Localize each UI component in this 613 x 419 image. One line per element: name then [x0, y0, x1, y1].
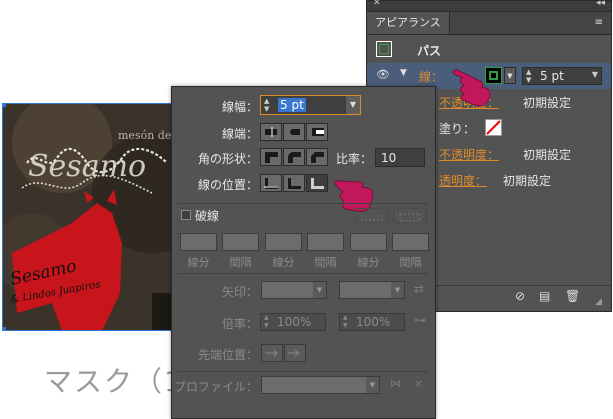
- limit-label: 比率：: [335, 152, 372, 166]
- dash-label-3: 線分: [357, 256, 380, 269]
- sign-text-sesamo-chalk: Sesamo: [28, 149, 147, 184]
- chevron-down-icon[interactable]: ▼: [366, 377, 379, 393]
- chevron-down-icon[interactable]: ▼: [313, 282, 326, 298]
- panel-drag-bar[interactable]: ✕ ◂◂: [367, 0, 611, 12]
- corner-label: 角の形状：: [197, 152, 258, 166]
- end-arrow-select[interactable]: ▼: [339, 281, 405, 299]
- gap-label-1: 間隔: [229, 256, 252, 269]
- start-scale-value: 100%: [277, 315, 312, 329]
- bevel-join-button[interactable]: [306, 148, 328, 166]
- align-inside-button[interactable]: [283, 174, 305, 192]
- dash-field-3[interactable]: [350, 233, 387, 251]
- arrow-label: 矢印：: [221, 285, 258, 299]
- stepper-up-icon[interactable]: ▲: [343, 314, 348, 322]
- tip-position-label: 先端位置：: [197, 348, 258, 362]
- gap-field-3[interactable]: [392, 233, 429, 251]
- stepper-up-icon[interactable]: ▲: [264, 97, 269, 105]
- stepper-down-icon[interactable]: ▼: [343, 322, 348, 330]
- appearance-object-row[interactable]: パス: [367, 37, 611, 63]
- start-scale-field[interactable]: ▲ ▼ 100%: [260, 313, 326, 331]
- miter-join-button[interactable]: [260, 148, 282, 166]
- weight-value: 5 pt: [278, 98, 306, 112]
- align-label: 線の位置：: [197, 178, 258, 192]
- panel-menu-icon[interactable]: ≡: [595, 17, 603, 28]
- stepper-up-icon[interactable]: ▲: [526, 68, 531, 76]
- tab-appearance[interactable]: アピアランス: [367, 12, 450, 34]
- delete-item-icon[interactable]: 🗑: [565, 289, 580, 303]
- align-outside-button[interactable]: [306, 174, 328, 192]
- tip-place-button[interactable]: [284, 344, 306, 362]
- stepper-down-icon[interactable]: ▼: [526, 76, 531, 84]
- tip-extend-button[interactable]: [261, 344, 283, 362]
- chevron-down-icon[interactable]: ▼: [346, 96, 360, 114]
- flip-along-icon[interactable]: ⋈: [390, 377, 401, 390]
- end-scale-field[interactable]: ▲ ▼ 100%: [339, 313, 405, 331]
- weight-label: 線幅：: [221, 100, 258, 114]
- fill-label[interactable]: 塗り：: [439, 120, 475, 137]
- end-scale-value: 100%: [356, 315, 391, 329]
- pointer-hand-icon: [452, 69, 491, 107]
- clear-appearance-icon[interactable]: ⊘: [515, 289, 525, 303]
- stepper-down-icon[interactable]: ▼: [264, 322, 269, 330]
- dash-field-2[interactable]: [265, 233, 302, 251]
- layer-name-mask: マスク（1: [44, 365, 184, 398]
- chevron-down-icon[interactable]: ▼: [391, 282, 404, 298]
- stroke-swatch-dropdown[interactable]: ▼: [504, 67, 516, 84]
- duplicate-item-icon[interactable]: ▤: [539, 289, 550, 303]
- dash-label-2: 線分: [272, 256, 295, 269]
- limit-field[interactable]: 10: [375, 148, 425, 167]
- stroke-weight-value: 5 pt: [540, 69, 564, 83]
- stroke-label[interactable]: 線：: [419, 68, 443, 85]
- dashed-checkbox[interactable]: [181, 210, 191, 220]
- collapse-icon[interactable]: ◂◂: [596, 0, 605, 8]
- profile-select[interactable]: ▼: [261, 376, 380, 394]
- object-type-label: パス: [417, 44, 442, 58]
- visibility-eye-icon[interactable]: 👁: [376, 68, 390, 81]
- round-cap-button[interactable]: [283, 123, 305, 141]
- selection-handle[interactable]: [2, 103, 6, 107]
- cap-label: 線端：: [221, 127, 258, 141]
- gap-field-1[interactable]: [222, 233, 259, 251]
- sign-text-meson: mesón de: [118, 129, 172, 142]
- profile-label: プロファイル：: [173, 380, 258, 394]
- object-opacity-value: 初期設定: [503, 174, 552, 188]
- fill-opacity-value: 初期設定: [523, 148, 572, 162]
- start-arrow-select[interactable]: ▼: [261, 281, 327, 299]
- gap-label-3: 間隔: [399, 256, 422, 269]
- chevron-down-icon[interactable]: ▼: [592, 70, 598, 79]
- limit-value: 10: [381, 151, 397, 165]
- butt-cap-button[interactable]: [260, 123, 282, 141]
- dash-field-1[interactable]: [180, 233, 217, 251]
- disclosure-triangle-icon[interactable]: ▼: [400, 68, 407, 78]
- gap-label-2: 間隔: [314, 256, 337, 269]
- resize-grip-icon[interactable]: ◢: [595, 297, 602, 307]
- selection-handle[interactable]: [2, 327, 6, 331]
- object-opacity-label[interactable]: 透明度：: [439, 172, 487, 189]
- pointer-hand-icon: [334, 180, 374, 212]
- opacity-value: 初期設定: [523, 96, 572, 110]
- path-thumbnail-icon: [379, 44, 389, 54]
- close-icon[interactable]: ✕: [373, 0, 381, 8]
- round-join-button[interactable]: [283, 148, 305, 166]
- link-scale-icon[interactable]: ⊶: [414, 313, 426, 327]
- dash-preserve-button[interactable]: [355, 208, 389, 223]
- dashed-label: 破線: [195, 209, 220, 223]
- gap-field-2[interactable]: [307, 233, 344, 251]
- weight-field[interactable]: ▲ ▼ 5 pt ▼: [260, 95, 361, 115]
- stroke-weight-field[interactable]: ▲ ▼ 5 pt ▼: [522, 67, 602, 85]
- flip-across-icon[interactable]: ⨯: [414, 377, 423, 390]
- align-center-button[interactable]: [260, 174, 282, 192]
- fill-opacity-label[interactable]: 不透明度：: [439, 146, 499, 163]
- scale-label: 倍率：: [221, 317, 258, 331]
- projecting-cap-button[interactable]: [306, 123, 328, 141]
- stepper-down-icon[interactable]: ▼: [264, 105, 269, 113]
- stroke-panel: 線幅： ▲ ▼ 5 pt ▼ 線端： 角の形状： 比率： 10 線の位置： 破線…: [171, 86, 436, 419]
- dash-align-corners-button[interactable]: [393, 208, 427, 223]
- dash-label-1: 線分: [187, 256, 210, 269]
- fill-none-swatch[interactable]: [485, 119, 502, 136]
- stepper-up-icon[interactable]: ▲: [264, 314, 269, 322]
- swap-arrows-icon[interactable]: ⇄: [414, 282, 424, 296]
